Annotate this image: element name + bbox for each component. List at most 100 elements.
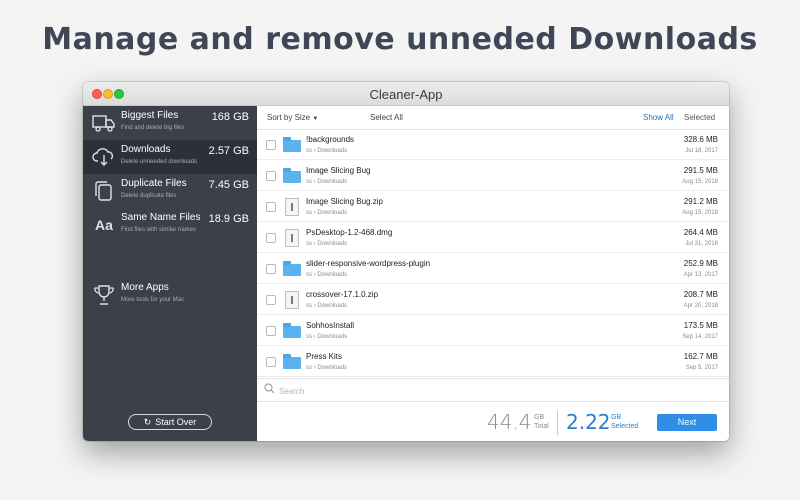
- file-path: ss › Downloads: [306, 334, 347, 340]
- file-date: Sep 5, 2017: [685, 365, 718, 371]
- sidebar-item-downloads[interactable]: Downloads Delete unneeded downloads 2.57…: [83, 140, 257, 174]
- file-owner: ss: [306, 210, 312, 216]
- sidebar-item-subtitle: Delete unneeded downloads: [121, 159, 198, 165]
- file-size: 291.2 MB: [683, 197, 718, 206]
- file-row[interactable]: Image Slicing Bug ss › Downloads 291.5 MB A…: [257, 161, 729, 191]
- file-date: Apr 13, 2017: [683, 272, 718, 278]
- file-name: Image Slicing Bug: [306, 166, 371, 175]
- file-size: 252.9 MB: [683, 259, 718, 268]
- file-row[interactable]: slider-responsive-wordpress-plugin ss › D…: [257, 254, 729, 284]
- more-apps-subtitle: More tools for your Mac: [121, 297, 185, 303]
- selected-size-label: Selected: [611, 423, 639, 430]
- text-aa-icon: Aa: [95, 217, 113, 233]
- file-path: ss › Downloads: [306, 241, 347, 247]
- file-checkbox[interactable]: [266, 357, 276, 367]
- file-path: ss › Downloads: [306, 179, 347, 185]
- file-owner: ss: [306, 272, 312, 278]
- file-checkbox[interactable]: [266, 202, 276, 212]
- file-location: Downloads: [317, 272, 348, 278]
- footer-divider: [557, 411, 558, 435]
- file-checkbox[interactable]: [266, 326, 276, 336]
- sidebar-item-subtitle: Find and delete big files: [121, 125, 185, 131]
- file-size: 264.4 MB: [683, 228, 718, 237]
- sidebar: Biggest Files Find and delete big files …: [83, 106, 257, 441]
- sidebar-item-subtitle: Delete duplicate files: [121, 193, 177, 199]
- sidebar-item-title: Downloads: [121, 144, 171, 155]
- file-row[interactable]: PsDesktop-1.2-468.dmg ss › Downloads 264.4…: [257, 223, 729, 253]
- sidebar-item-more-apps[interactable]: More Apps More tools for your Mac: [83, 278, 257, 312]
- window-title: Cleaner-App: [369, 87, 443, 102]
- summary-footer: 44.4 GB Total 2.22 GB Selected Next: [257, 402, 729, 441]
- cloud-download-icon: [92, 146, 116, 168]
- file-path: ss › Downloads: [306, 210, 347, 216]
- file-list-panel: Sort by Size ▼ Select All Show All Selec…: [257, 106, 729, 441]
- file-owner: ss: [306, 303, 312, 309]
- folder-icon: [283, 137, 301, 152]
- file-name: SohhosInstall: [306, 321, 355, 330]
- file-date: Jul 31, 2018: [685, 241, 718, 247]
- file-row[interactable]: Press Kits ss › Downloads 162.7 MB Sep 5, 2…: [257, 347, 729, 377]
- file-location: Downloads: [317, 179, 348, 185]
- sidebar-item-title: Same Name Files: [121, 212, 201, 223]
- search-input[interactable]: [279, 384, 579, 398]
- file-checkbox[interactable]: [266, 171, 276, 181]
- total-size-unit: GB: [534, 414, 545, 421]
- file-name: !backgrounds: [306, 135, 355, 144]
- file-row[interactable]: crossover-17.1.0.zip ss › Downloads 208.7 …: [257, 285, 729, 315]
- file-name: PsDesktop-1.2-468.dmg: [306, 228, 393, 237]
- sidebar-item-duplicate-files[interactable]: Duplicate Files Delete duplicate files 7…: [83, 174, 257, 208]
- file-location: Downloads: [317, 365, 348, 371]
- folder-icon: [283, 323, 301, 338]
- file-name: Press Kits: [306, 352, 343, 361]
- file-name: slider-responsive-wordpress-plugin: [306, 259, 431, 268]
- file-row[interactable]: !backgrounds ss › Downloads 328.6 MB Jul 18…: [257, 130, 729, 160]
- next-button[interactable]: Next: [657, 414, 717, 431]
- show-all-filter[interactable]: Show All: [643, 113, 674, 122]
- path-chevron-icon: ›: [313, 241, 316, 247]
- sidebar-item-size: 18.9 GB: [208, 213, 249, 225]
- file-checkbox[interactable]: [266, 233, 276, 243]
- app-window: Cleaner-App Biggest Files Find and delet…: [83, 82, 729, 441]
- file-size: 173.5 MB: [683, 321, 718, 330]
- file-checkbox[interactable]: [266, 140, 276, 150]
- file-path: ss › Downloads: [306, 272, 347, 278]
- path-chevron-icon: ›: [313, 148, 316, 154]
- start-over-label: Start Over: [155, 417, 197, 427]
- file-date: Aug 15, 2018: [682, 210, 718, 216]
- file-date: Sep 14, 2017: [682, 334, 718, 340]
- sidebar-item-size: 168 GB: [211, 111, 249, 123]
- file-location: Downloads: [317, 334, 348, 340]
- marketing-headline: Manage and remove unneded Downloads: [42, 22, 758, 57]
- sidebar-item-title: Duplicate Files: [121, 178, 187, 189]
- sort-dropdown[interactable]: Sort by Size ▼: [267, 113, 318, 122]
- file-size: 291.5 MB: [683, 166, 718, 175]
- disk-image-icon: [285, 229, 299, 247]
- file-path: ss › Downloads: [306, 303, 347, 309]
- title-bar[interactable]: Cleaner-App: [83, 82, 729, 106]
- file-row[interactable]: SohhosInstall ss › Downloads 173.5 MB Sep 1…: [257, 316, 729, 346]
- file-checkbox[interactable]: [266, 264, 276, 274]
- file-path: ss › Downloads: [306, 365, 347, 371]
- select-all-button[interactable]: Select All: [370, 113, 403, 122]
- sidebar-item-size: 7.45 GB: [208, 179, 249, 191]
- total-size-label: Total: [534, 423, 549, 430]
- start-over-button[interactable]: ↻ Start Over: [128, 414, 212, 430]
- sidebar-item-same-name-files[interactable]: Aa Same Name Files Find files with simil…: [83, 208, 257, 242]
- path-chevron-icon: ›: [313, 272, 316, 278]
- sort-label: Sort by Size: [267, 113, 311, 122]
- selected-filter[interactable]: Selected: [684, 113, 715, 122]
- file-checkbox[interactable]: [266, 295, 276, 305]
- file-name: Image Slicing Bug.zip: [306, 197, 383, 206]
- folder-icon: [283, 354, 301, 369]
- sidebar-item-biggest-files[interactable]: Biggest Files Find and delete big files …: [83, 106, 257, 140]
- trophy-icon: [92, 284, 116, 306]
- search-icon: [264, 383, 275, 397]
- file-row[interactable]: Image Slicing Bug.zip ss › Downloads 291.2…: [257, 192, 729, 222]
- file-size: 328.6 MB: [683, 135, 718, 144]
- file-owner: ss: [306, 365, 312, 371]
- path-chevron-icon: ›: [313, 334, 316, 340]
- truck-icon: [92, 112, 116, 134]
- file-location: Downloads: [317, 241, 348, 247]
- selected-size-value: 2.22: [566, 410, 611, 434]
- file-path: ss › Downloads: [306, 148, 347, 154]
